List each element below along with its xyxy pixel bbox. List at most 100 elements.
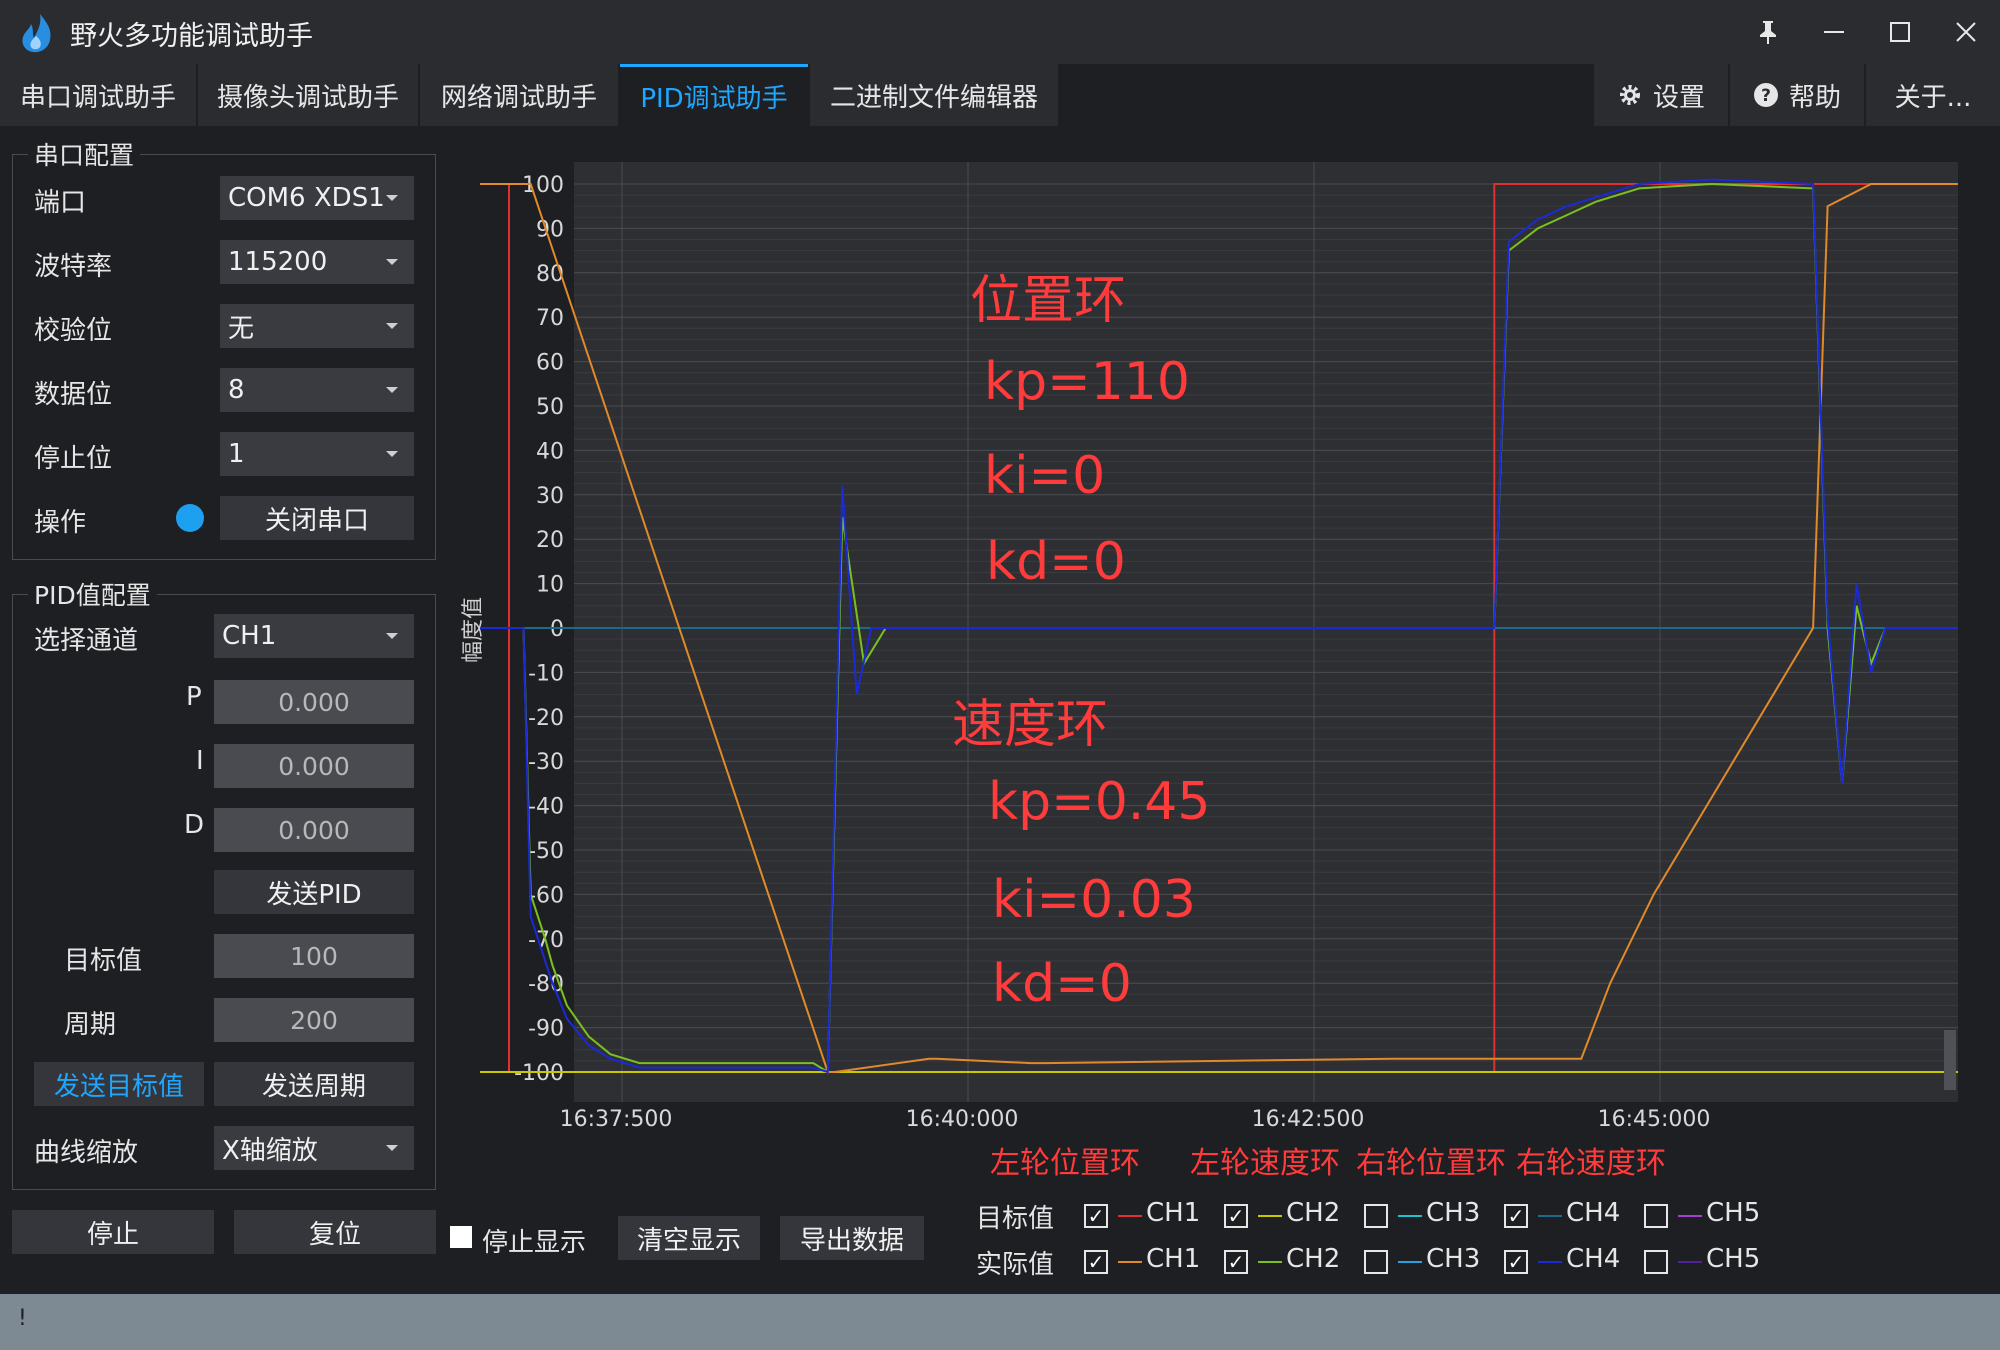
serial-config-title: 串口配置	[28, 136, 141, 172]
tab-binary-editor[interactable]: 二进制文件编辑器	[810, 64, 1058, 126]
target-input[interactable]: 100	[214, 934, 414, 978]
y-tick-label: 50	[536, 395, 564, 420]
legend-color-swatch	[1258, 1261, 1282, 1263]
x-tick-label: 16:42:500	[1252, 1107, 1365, 1132]
export-data-button[interactable]: 导出数据	[780, 1216, 924, 1260]
reset-button[interactable]: 复位	[234, 1210, 436, 1254]
legend-color-swatch	[1398, 1261, 1422, 1263]
help-button[interactable]: ? 帮助	[1730, 64, 1864, 126]
legend-target-row-label: 目标值	[976, 1204, 1055, 1234]
legend-checkbox-ch3[interactable]	[1364, 1204, 1388, 1228]
y-axis-ticks: 1009080706050403020100-10-20-30-40-50-60…	[514, 173, 564, 1086]
pin-icon[interactable]	[1736, 6, 1800, 58]
tab-pid[interactable]: PID调试助手	[620, 64, 808, 126]
stopbits-select[interactable]: 1	[220, 432, 414, 476]
legend-channel-label: CH5	[1706, 1244, 1761, 1274]
y-tick-label: 30	[536, 484, 564, 509]
close-icon[interactable]	[1934, 6, 1998, 58]
x-tick-label: 16:45:000	[1598, 1107, 1711, 1132]
legend-channel-label: CH4	[1566, 1244, 1621, 1274]
legend-channel-label: CH2	[1286, 1244, 1341, 1274]
annotation-pos-ki: ki=0	[984, 446, 1106, 506]
settings-button[interactable]: 设置	[1594, 64, 1728, 126]
y-tick-label: 80	[536, 262, 564, 287]
y-tick-label: 10	[536, 573, 564, 598]
send-pid-button[interactable]: 发送PID	[214, 870, 414, 914]
legend-header-right-speed: 右轮速度环	[1516, 1146, 1666, 1181]
close-port-button[interactable]: 关闭串口	[220, 496, 414, 540]
clear-display-button[interactable]: 清空显示	[618, 1216, 760, 1260]
y-tick-label: 20	[536, 528, 564, 553]
help-label: 帮助	[1788, 82, 1841, 113]
parity-select[interactable]: 无	[220, 304, 414, 348]
legend-channel-label: CH3	[1426, 1244, 1481, 1274]
legend-channel-label: CH4	[1566, 1198, 1621, 1228]
legend-checkbox-ch1[interactable]: ✓	[1084, 1204, 1108, 1228]
parity-label: 校验位	[34, 316, 113, 346]
tab-camera[interactable]: 摄像头调试助手	[198, 64, 418, 126]
minimize-icon[interactable]	[1802, 6, 1866, 58]
y-tick-label: 40	[536, 439, 564, 464]
i-label: I	[196, 746, 204, 776]
d-input[interactable]: 0.000	[214, 808, 414, 852]
legend-checkbox-ch5[interactable]	[1644, 1250, 1668, 1274]
send-target-button[interactable]: 发送目标值	[34, 1062, 204, 1106]
x-tick-label: 16:37:500	[560, 1107, 673, 1132]
app-title: 野火多功能调试助手	[70, 21, 313, 52]
y-tick-label: 60	[536, 351, 564, 376]
status-bar: !	[0, 1294, 2000, 1350]
zoom-select[interactable]: X轴缩放	[214, 1126, 414, 1170]
about-button[interactable]: 关于...	[1866, 64, 2000, 126]
period-input[interactable]: 200	[214, 998, 414, 1042]
tab-network[interactable]: 网络调试助手	[420, 64, 618, 126]
legend-color-swatch	[1118, 1215, 1142, 1217]
chevron-down-icon	[386, 1145, 398, 1151]
legend-checkbox-ch4[interactable]: ✓	[1504, 1250, 1528, 1274]
p-label: P	[186, 682, 202, 712]
legend-channel-label: CH5	[1706, 1198, 1761, 1228]
y-axis-label: 幅度值	[461, 597, 486, 663]
y-tick-label: -30	[528, 750, 564, 775]
target-label: 目标值	[64, 946, 143, 976]
gear-icon	[1619, 85, 1640, 105]
baud-select[interactable]: 115200	[220, 240, 414, 284]
legend-checkbox-ch5[interactable]	[1644, 1204, 1668, 1228]
period-label: 周期	[64, 1010, 117, 1040]
legend-color-swatch	[1678, 1215, 1702, 1217]
legend-actual-row-label: 实际值	[976, 1250, 1055, 1280]
y-tick-label: 100	[522, 173, 564, 198]
legend-channel-label: CH3	[1426, 1198, 1481, 1228]
stop-display-checkbox[interactable]	[450, 1226, 472, 1248]
y-tick-label: -50	[528, 839, 564, 864]
annotation-spd-kd: kd=0	[992, 954, 1132, 1014]
legend-channel-label: CH1	[1146, 1198, 1201, 1228]
chevron-down-icon	[386, 323, 398, 329]
chart-scroll-handle[interactable]	[1944, 1030, 1956, 1090]
channel-select[interactable]: CH1	[214, 614, 414, 658]
y-tick-label: -100	[514, 1061, 564, 1086]
legend-channel-label: CH2	[1286, 1198, 1341, 1228]
send-period-button[interactable]: 发送周期	[214, 1062, 414, 1106]
legend-checkbox-ch2[interactable]: ✓	[1224, 1204, 1248, 1228]
maximize-icon[interactable]	[1868, 6, 1932, 58]
stop-display-label: 停止显示	[482, 1228, 587, 1258]
chevron-down-icon	[386, 387, 398, 393]
databits-select[interactable]: 8	[220, 368, 414, 412]
flame-logo-icon	[22, 14, 51, 53]
stopbits-value: 1	[228, 439, 245, 469]
i-input[interactable]: 0.000	[214, 744, 414, 788]
pid-chart[interactable]: 幅度值 1009080706050403020100-10-20-30-40-5…	[450, 150, 1960, 1140]
port-select[interactable]: COM6 XDS1	[220, 176, 414, 220]
stop-button[interactable]: 停止	[12, 1210, 214, 1254]
p-input[interactable]: 0.000	[214, 680, 414, 724]
status-text: !	[18, 1306, 27, 1331]
x-axis-ticks: 16:37:500 16:40:000 16:42:500 16:45:000	[560, 1107, 1711, 1132]
port-status-indicator	[176, 504, 204, 532]
legend-checkbox-ch3[interactable]	[1364, 1250, 1388, 1274]
legend-checkbox-ch1[interactable]: ✓	[1084, 1250, 1108, 1274]
tab-serial[interactable]: 串口调试助手	[0, 64, 196, 126]
parity-value: 无	[228, 313, 255, 344]
channel-value: CH1	[222, 621, 277, 651]
legend-checkbox-ch4[interactable]: ✓	[1504, 1204, 1528, 1228]
legend-checkbox-ch2[interactable]: ✓	[1224, 1250, 1248, 1274]
